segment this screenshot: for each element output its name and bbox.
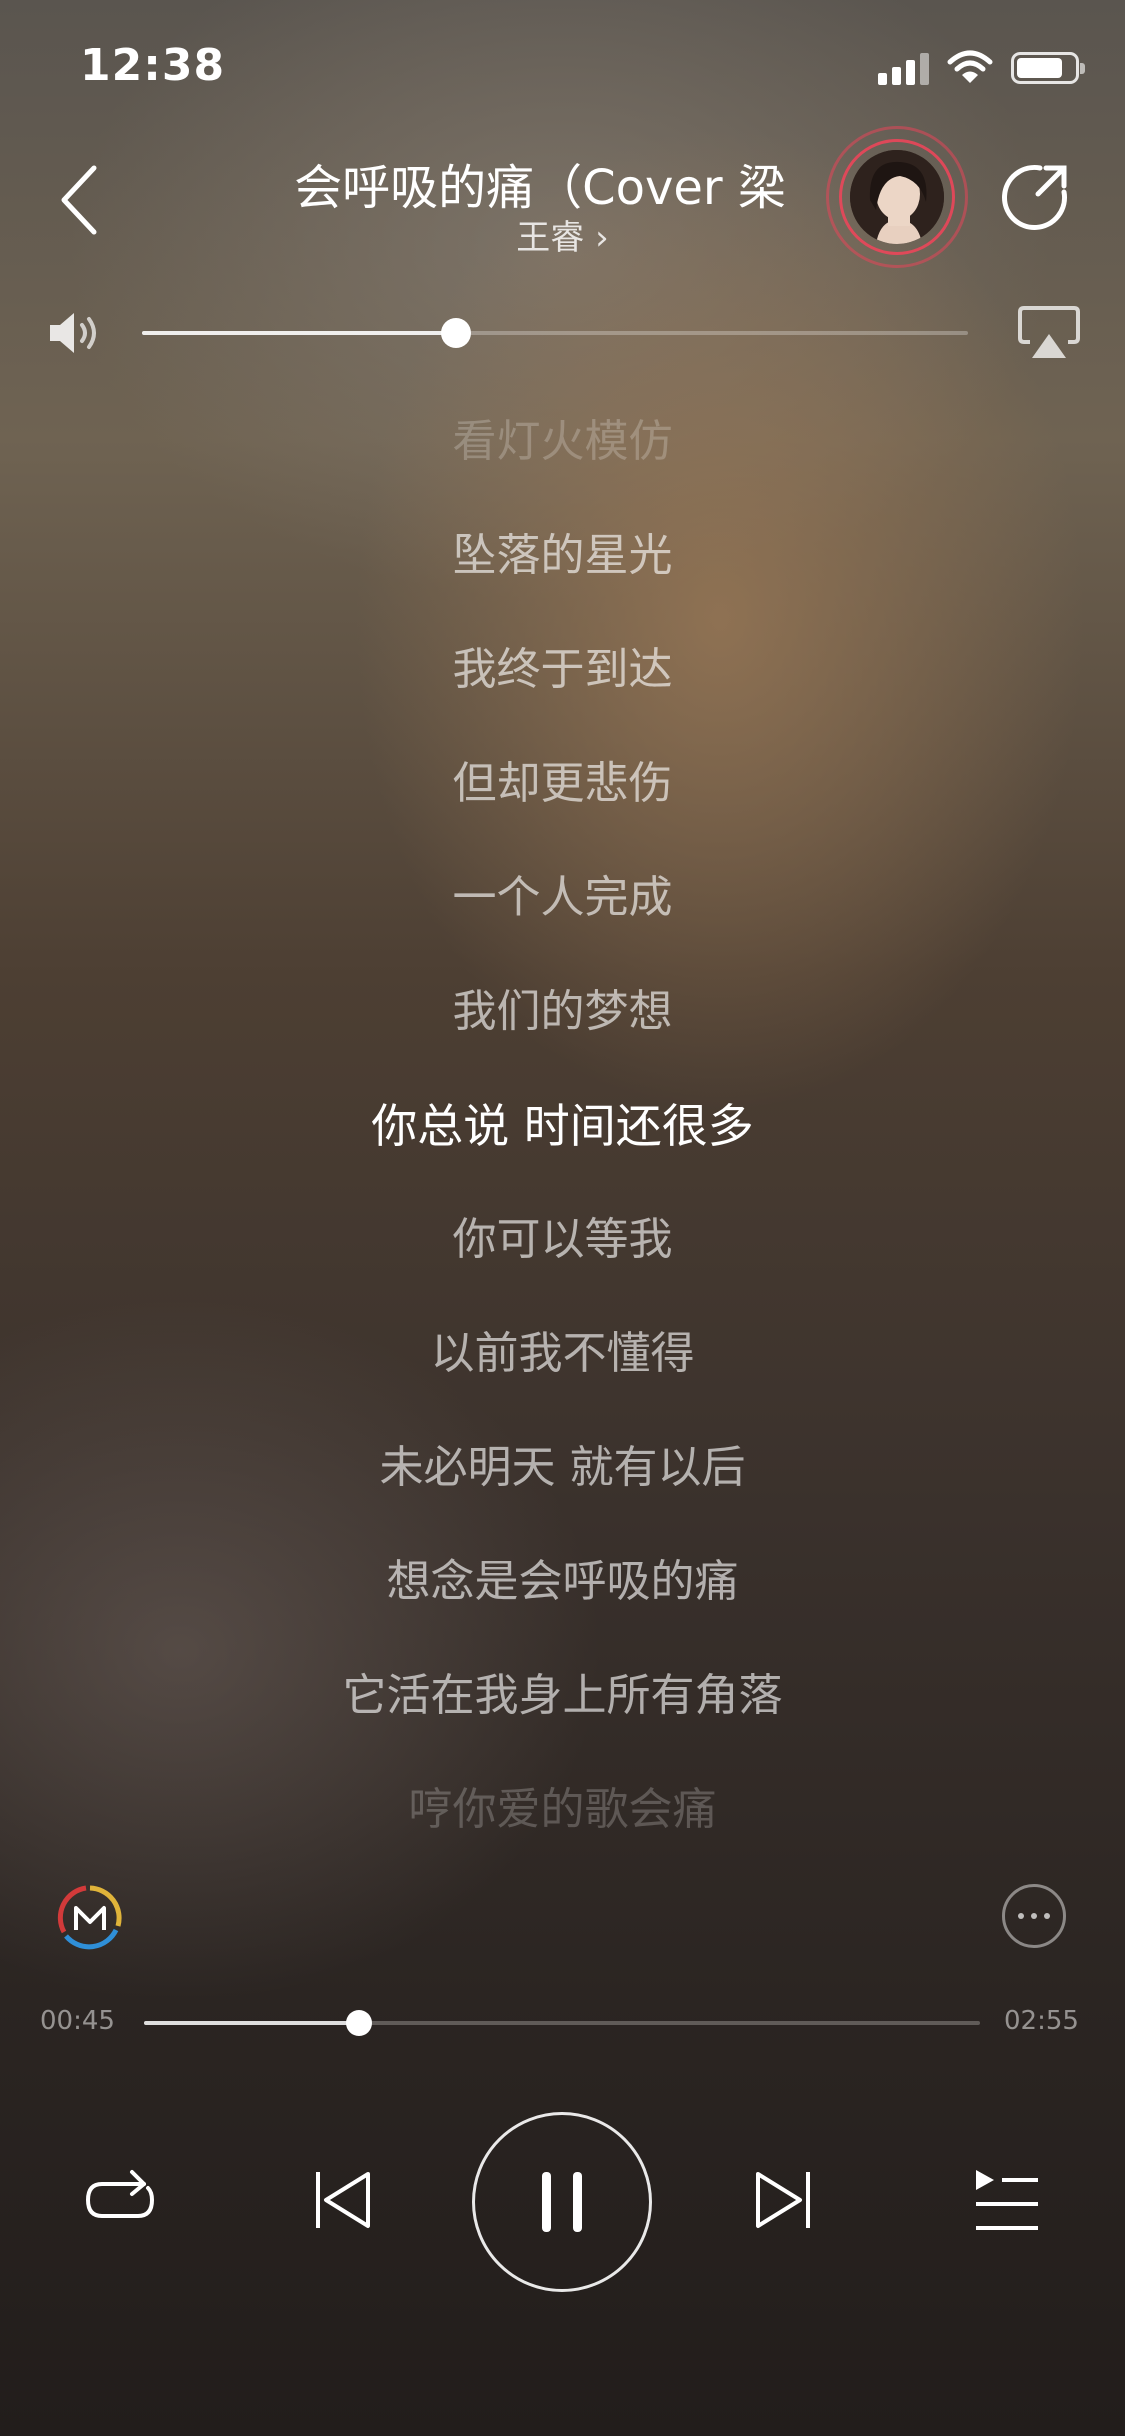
signal-icon bbox=[878, 51, 929, 85]
volume-slider-fill bbox=[142, 331, 456, 335]
lyric-line: 看灯火模仿 bbox=[452, 416, 673, 467]
progress-slider-fill bbox=[144, 2021, 359, 2025]
more-icon bbox=[1018, 1913, 1024, 1919]
lyric-line: 未必明天 就有以后 bbox=[379, 1442, 746, 1493]
song-title: 会呼吸的痛（Cover 梁 bbox=[294, 160, 786, 216]
repeat-icon bbox=[86, 2170, 154, 2218]
pause-icon bbox=[542, 2172, 551, 2232]
wifi-icon bbox=[947, 50, 993, 83]
speaker-icon bbox=[50, 313, 96, 353]
lyric-line: 一个人完成 bbox=[452, 872, 673, 923]
more-button[interactable] bbox=[1002, 1884, 1066, 1948]
avatar bbox=[850, 150, 944, 244]
artist-link[interactable]: 王睿 › bbox=[260, 210, 865, 259]
lyric-line: 你可以等我 bbox=[452, 1214, 673, 1265]
lyric-line: 我们的梦想 bbox=[452, 986, 673, 1037]
airplay-icon bbox=[1018, 306, 1080, 358]
progress-slider-thumb[interactable] bbox=[345, 2010, 372, 2036]
lyric-line: 想念是会呼吸的痛 bbox=[386, 1556, 739, 1607]
share-button[interactable] bbox=[1000, 162, 1070, 232]
previous-icon bbox=[316, 2172, 370, 2228]
chevron-left-icon bbox=[61, 165, 97, 235]
playlist-button[interactable] bbox=[972, 2168, 1042, 2234]
lyric-line: 我终于到达 bbox=[452, 644, 673, 695]
previous-button[interactable] bbox=[312, 2168, 374, 2232]
lyrics-panel[interactable]: 看灯火模仿坠落的星光我终于到达但却更悲伤一个人完成我们的梦想你总说 时间还很多你… bbox=[0, 408, 1125, 1890]
m-logo-button[interactable] bbox=[56, 1884, 124, 1952]
m-logo-icon bbox=[57, 1885, 122, 1950]
artist-avatar-button[interactable] bbox=[826, 126, 968, 268]
elapsed-time: 00:45 bbox=[40, 2006, 115, 2036]
lyric-line-current: 你总说 时间还很多 bbox=[371, 1099, 754, 1153]
battery-icon bbox=[1011, 52, 1085, 84]
lyric-line: 但却更悲伤 bbox=[452, 758, 673, 809]
next-icon bbox=[756, 2172, 810, 2228]
duration-time: 02:55 bbox=[1004, 2006, 1079, 2036]
share-icon bbox=[1002, 165, 1067, 230]
lyric-line: 哼你爱的歌会痛 bbox=[408, 1784, 717, 1835]
lyric-line: 以前我不懂得 bbox=[430, 1328, 695, 1379]
status-icons bbox=[878, 50, 1085, 86]
back-button[interactable] bbox=[52, 160, 112, 240]
lyric-line: 坠落的星光 bbox=[452, 530, 673, 581]
airplay-button[interactable] bbox=[1016, 304, 1082, 360]
repeat-button[interactable] bbox=[82, 2162, 158, 2238]
playlist-icon bbox=[976, 2170, 1038, 2230]
volume-slider-thumb[interactable] bbox=[440, 318, 471, 348]
next-button[interactable] bbox=[752, 2168, 814, 2232]
pause-button[interactable] bbox=[472, 2112, 652, 2292]
lyric-line: 它活在我身上所有角落 bbox=[342, 1670, 783, 1721]
status-time: 12:38 bbox=[80, 40, 226, 91]
